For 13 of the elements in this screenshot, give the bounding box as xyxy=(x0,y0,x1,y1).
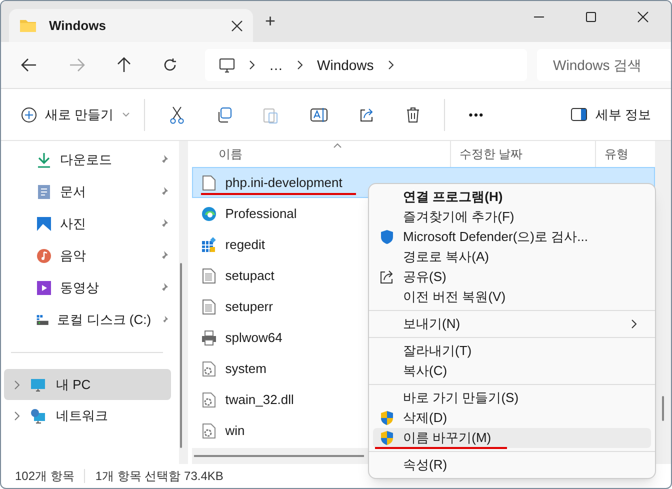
file-name: splwow64 xyxy=(225,328,282,347)
file-name: setupact xyxy=(225,266,274,285)
tab-title: Windows xyxy=(49,16,107,35)
file-name: win xyxy=(225,422,245,440)
item-count: 102개 항목 xyxy=(15,468,74,485)
file-name: php.ini-development xyxy=(225,174,342,192)
file-name: setuperr xyxy=(225,298,273,316)
search-placeholder: Windows 검색 xyxy=(553,56,642,74)
file-name: system xyxy=(225,360,266,378)
file-name: twain_32.dll xyxy=(225,390,294,409)
selection-info: 1개 항목 선택함 73.4KB xyxy=(95,468,224,485)
file-name: Professional xyxy=(225,204,297,223)
file-name: regedit xyxy=(225,236,266,254)
